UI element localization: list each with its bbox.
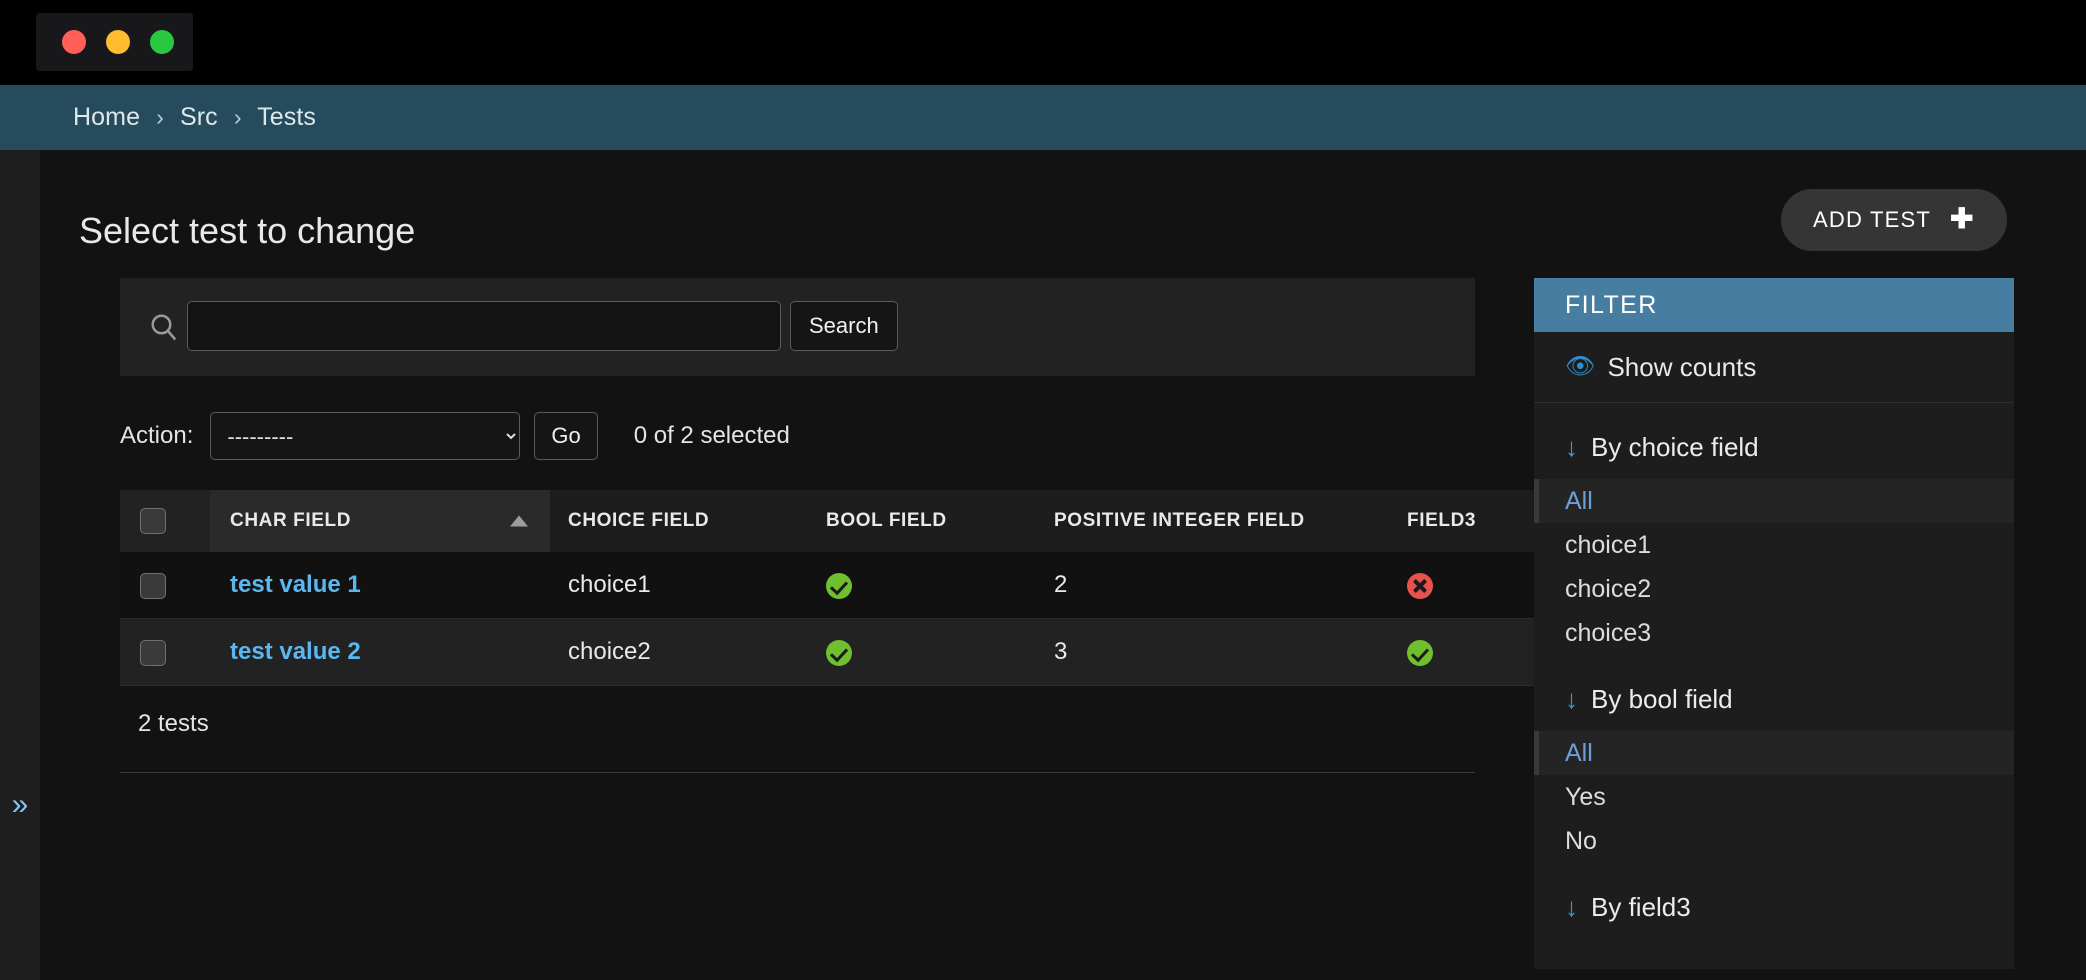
arrow-down-icon: ↓ [1565, 684, 1578, 714]
action-label: Action: [120, 422, 194, 449]
action-go-button[interactable]: Go [534, 412, 598, 460]
filter-group-label: By bool field [1591, 683, 1733, 714]
table-row: test value 2 choice2 3 [120, 618, 1587, 686]
filter-option-yes[interactable]: Yes [1534, 775, 2014, 819]
cell-bool-field [808, 618, 1036, 686]
search-icon [151, 314, 177, 341]
column-header-label: CHAR FIELD [230, 510, 352, 531]
filter-group-by-field3: ↓ By field3 [1534, 863, 2014, 929]
filter-group-title[interactable]: ↓ By bool field [1534, 677, 2014, 721]
column-header-positive-integer-field[interactable]: POSITIVE INTEGER FIELD [1036, 490, 1389, 552]
plus-icon: ✚ [1950, 203, 1975, 234]
results-table-head: CHAR FIELD CHOICE FIELD BOOL FIELD POSIT… [120, 490, 1587, 552]
breadcrumb-separator-icon: › [233, 104, 242, 130]
show-counts-label: Show counts [1607, 351, 1757, 382]
breadcrumb-separator-icon: › [156, 104, 164, 130]
breadcrumb-item-home[interactable]: Home [73, 103, 140, 131]
filter-option-list: All choice1 choice2 choice3 [1534, 479, 2014, 655]
result-count: 2 tests [138, 710, 209, 737]
add-test-label: ADD TEST [1813, 207, 1931, 232]
filter-option-choice2[interactable]: choice2 [1534, 567, 2014, 611]
column-header-label: CHOICE FIELD [568, 510, 710, 531]
filter-option-list: All Yes No [1534, 731, 2014, 863]
breadcrumb-item-tests: Tests [257, 103, 317, 131]
cross-circle-icon [1407, 572, 1433, 599]
check-circle-icon [826, 572, 852, 599]
results-table-body: test value 1 choice1 2 test value 2 choi… [120, 552, 1587, 686]
arrow-down-icon: ↓ [1565, 432, 1578, 462]
select-all-checkbox[interactable] [140, 508, 166, 534]
filter-group-by-bool-field: ↓ By bool field All Yes No [1534, 655, 2014, 863]
cell-bool-field [808, 552, 1036, 619]
filter-sidebar: FILTER 👁 Show counts ↓ By choice field A… [1534, 278, 2014, 969]
window-title-bar [0, 0, 2086, 85]
show-counts-toggle[interactable]: 👁 Show counts [1534, 332, 2014, 403]
maximize-window-button[interactable] [150, 30, 174, 54]
column-header-label: POSITIVE INTEGER FIELD [1054, 510, 1305, 531]
search-input[interactable] [187, 301, 781, 351]
cell-choice-field: choice2 [550, 618, 808, 686]
filter-group-by-choice-field: ↓ By choice field All choice1 choice2 ch… [1534, 403, 2014, 655]
sidebar-expand-icon[interactable]: » [4, 785, 36, 825]
breadcrumb-bar: Home › Src › Tests [0, 85, 2086, 150]
results-table: CHAR FIELD CHOICE FIELD BOOL FIELD POSIT… [120, 490, 1587, 686]
breadcrumb: Home › Src › Tests [73, 103, 316, 132]
eye-icon: 👁 [1565, 353, 1596, 380]
window-controls [36, 13, 193, 71]
filter-option-all[interactable]: All [1534, 731, 2014, 775]
search-button[interactable]: Search [790, 301, 898, 351]
close-window-button[interactable] [62, 30, 86, 54]
actions-row: Action: --------- Go 0 of 2 selected [120, 410, 790, 462]
search-panel: Search [120, 278, 1475, 376]
cell-choice-field: choice1 [550, 552, 808, 619]
filter-group-title[interactable]: ↓ By choice field [1534, 425, 2014, 469]
sort-ascending-icon[interactable] [510, 515, 528, 527]
minimize-window-button[interactable] [106, 30, 130, 54]
arrow-down-icon: ↓ [1565, 892, 1578, 922]
column-header-bool-field[interactable]: BOOL FIELD [808, 490, 1036, 552]
left-sidebar-rail: » [0, 150, 40, 980]
cell-positive-integer-field: 3 [1036, 618, 1389, 686]
row-select-cell [120, 618, 210, 686]
add-test-button[interactable]: ADD TEST ✚ [1781, 189, 2007, 251]
row-checkbox[interactable] [140, 639, 166, 666]
column-header-label: FIELD3 [1407, 510, 1477, 531]
check-circle-icon [1407, 639, 1433, 666]
filter-option-choice3[interactable]: choice3 [1534, 611, 2014, 655]
row-select-cell [120, 552, 210, 619]
cell-char-field: test value 1 [210, 552, 550, 619]
column-header-choice-field[interactable]: CHOICE FIELD [550, 490, 808, 552]
row-checkbox[interactable] [140, 572, 166, 599]
table-row: test value 1 choice1 2 [120, 552, 1587, 619]
column-header-char-field[interactable]: CHAR FIELD [210, 490, 550, 552]
page-title: Select test to change [79, 210, 416, 252]
column-header-label: BOOL FIELD [826, 510, 947, 531]
filter-group-title[interactable]: ↓ By field3 [1534, 885, 2014, 929]
filter-option-all[interactable]: All [1534, 479, 2014, 523]
row-link[interactable]: test value 1 [230, 571, 361, 598]
cell-char-field: test value 2 [210, 618, 550, 686]
selection-counter: 0 of 2 selected [633, 422, 790, 449]
check-circle-icon [826, 639, 852, 666]
breadcrumb-item-src[interactable]: Src [180, 103, 218, 131]
filter-header: FILTER [1534, 278, 2014, 332]
row-link[interactable]: test value 2 [230, 638, 361, 665]
action-select[interactable]: --------- [210, 412, 521, 460]
table-header-row: CHAR FIELD CHOICE FIELD BOOL FIELD POSIT… [120, 490, 1587, 552]
cell-positive-integer-field: 2 [1036, 552, 1389, 619]
filter-group-label: By field3 [1591, 891, 1691, 922]
filter-option-no[interactable]: No [1534, 819, 2014, 863]
filter-option-choice1[interactable]: choice1 [1534, 523, 2014, 567]
select-all-header [120, 490, 210, 552]
table-footer-divider [120, 772, 1475, 773]
filter-group-label: By choice field [1591, 431, 1759, 462]
